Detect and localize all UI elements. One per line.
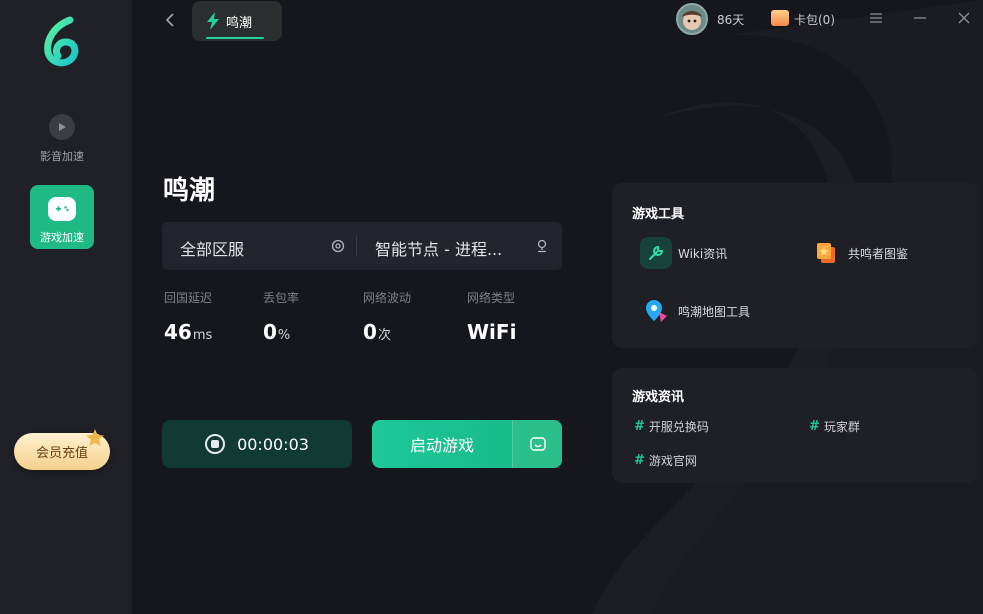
menu-button[interactable]: [867, 9, 885, 27]
stat-number: 0: [263, 320, 277, 344]
launch-game-button[interactable]: 启动游戏: [372, 420, 562, 468]
sidebar: 影音加速 游戏加速 会员充值: [0, 0, 132, 614]
launch-options-button[interactable]: [512, 420, 562, 468]
wrench-icon: [640, 237, 672, 269]
hashtag-icon: #: [634, 419, 645, 434]
panel-title: 游戏资讯: [632, 390, 685, 405]
news-label: 玩家群: [823, 420, 860, 434]
acceleration-timer: 00:00:03: [237, 434, 309, 454]
stat-label: 丢包率: [263, 291, 300, 305]
server-node-selector: 全部区服 智能节点 - 进程...: [162, 222, 562, 270]
stat-label: 网络类型: [467, 291, 516, 305]
page-title: 鸣潮: [163, 176, 216, 206]
news-link-redeem-codes[interactable]: # 开服兑换码: [634, 418, 709, 435]
stat-unit: 次: [377, 328, 391, 343]
avatar[interactable]: [676, 3, 708, 35]
stat-value: 46ms: [164, 320, 212, 344]
region-settings-icon[interactable]: [331, 239, 345, 253]
tab-game[interactable]: 鸣潮: [192, 1, 282, 41]
minimize-button[interactable]: [911, 9, 929, 27]
node-pin-icon[interactable]: [535, 239, 549, 253]
sidebar-item-label: 游戏加速: [40, 231, 84, 244]
back-button[interactable]: [160, 10, 180, 30]
stat-latency: 回国延迟 46ms: [164, 289, 212, 344]
hashtag-icon: #: [809, 419, 820, 434]
stat-number: 46: [164, 320, 192, 344]
card-wallet-icon[interactable]: [771, 10, 789, 26]
stop-acceleration-button[interactable]: 00:00:03: [162, 420, 352, 468]
crown-icon: [86, 429, 104, 446]
app-logo-icon[interactable]: [40, 16, 84, 68]
membership-days: 86天: [717, 13, 745, 27]
game-tools-panel: 游戏工具 Wiki资讯 共鸣者图鉴 鸣潮地图工具: [612, 183, 978, 348]
close-button[interactable]: [955, 9, 973, 27]
stat-packet-loss: 丢包率 0%: [263, 289, 299, 344]
play-icon: [49, 114, 75, 140]
tool-label: 鸣潮地图工具: [678, 304, 751, 319]
card-wallet-link[interactable]: 卡包(0): [794, 11, 835, 28]
tool-map[interactable]: 鸣潮地图工具: [640, 295, 750, 327]
sidebar-item-video-acceleration[interactable]: 影音加速: [30, 108, 94, 172]
stat-network-type: 网络类型 WiFi: [467, 289, 516, 344]
news-label: 游戏官网: [648, 454, 697, 468]
news-label: 开服兑换码: [648, 420, 709, 434]
gamepad-icon: [48, 197, 76, 221]
game-news-panel: 游戏资讯 # 开服兑换码 # 玩家群 # 游戏官网: [612, 368, 978, 483]
stat-label: 回国延迟: [164, 291, 213, 305]
avatar-image: [682, 11, 702, 30]
tab-label: 鸣潮: [226, 15, 253, 31]
tab-active-indicator: [206, 37, 264, 39]
chevron-left-icon: [165, 13, 174, 27]
stat-value: 0%: [263, 320, 299, 344]
folder-icon: [529, 437, 546, 451]
stat-value: WiFi: [467, 320, 516, 344]
stat-unit: %: [277, 328, 291, 343]
minimize-icon: [914, 17, 926, 19]
close-icon: [958, 12, 970, 24]
news-link-official-site[interactable]: # 游戏官网: [634, 452, 697, 469]
tool-resonator-atlas[interactable]: 共鸣者图鉴: [810, 237, 908, 269]
map-pin-icon: [640, 295, 672, 327]
stat-unit: ms: [192, 328, 213, 343]
news-link-player-group[interactable]: # 玩家群: [809, 418, 860, 435]
stop-icon: [205, 434, 226, 454]
tool-label: 共鸣者图鉴: [848, 246, 909, 261]
region-select[interactable]: 全部区服: [180, 236, 244, 260]
panel-title: 游戏工具: [632, 207, 685, 222]
sidebar-item-game-acceleration[interactable]: 游戏加速: [30, 185, 94, 249]
lightning-icon: [207, 12, 219, 30]
divider: [356, 236, 357, 256]
tool-label: Wiki资讯: [678, 246, 728, 261]
launch-game-label: 启动游戏: [409, 436, 474, 455]
main-area: 鸣潮 86天 卡包(0) 鸣潮 全部区服 智能节点 - 进程... 回国延迟 4…: [132, 0, 983, 614]
menu-icon: [870, 13, 882, 23]
stat-number: WiFi: [467, 320, 517, 344]
stat-number: 0: [363, 320, 377, 344]
stat-jitter: 网络波动 0次: [363, 289, 411, 344]
hashtag-icon: #: [634, 453, 645, 468]
stat-label: 网络波动: [363, 291, 412, 305]
node-select[interactable]: 智能节点 - 进程...: [375, 236, 502, 260]
stat-value: 0次: [363, 320, 411, 344]
tool-wiki[interactable]: Wiki资讯: [640, 237, 727, 269]
card-stack-icon: [810, 237, 842, 269]
sidebar-item-label: 影音加速: [40, 150, 84, 163]
